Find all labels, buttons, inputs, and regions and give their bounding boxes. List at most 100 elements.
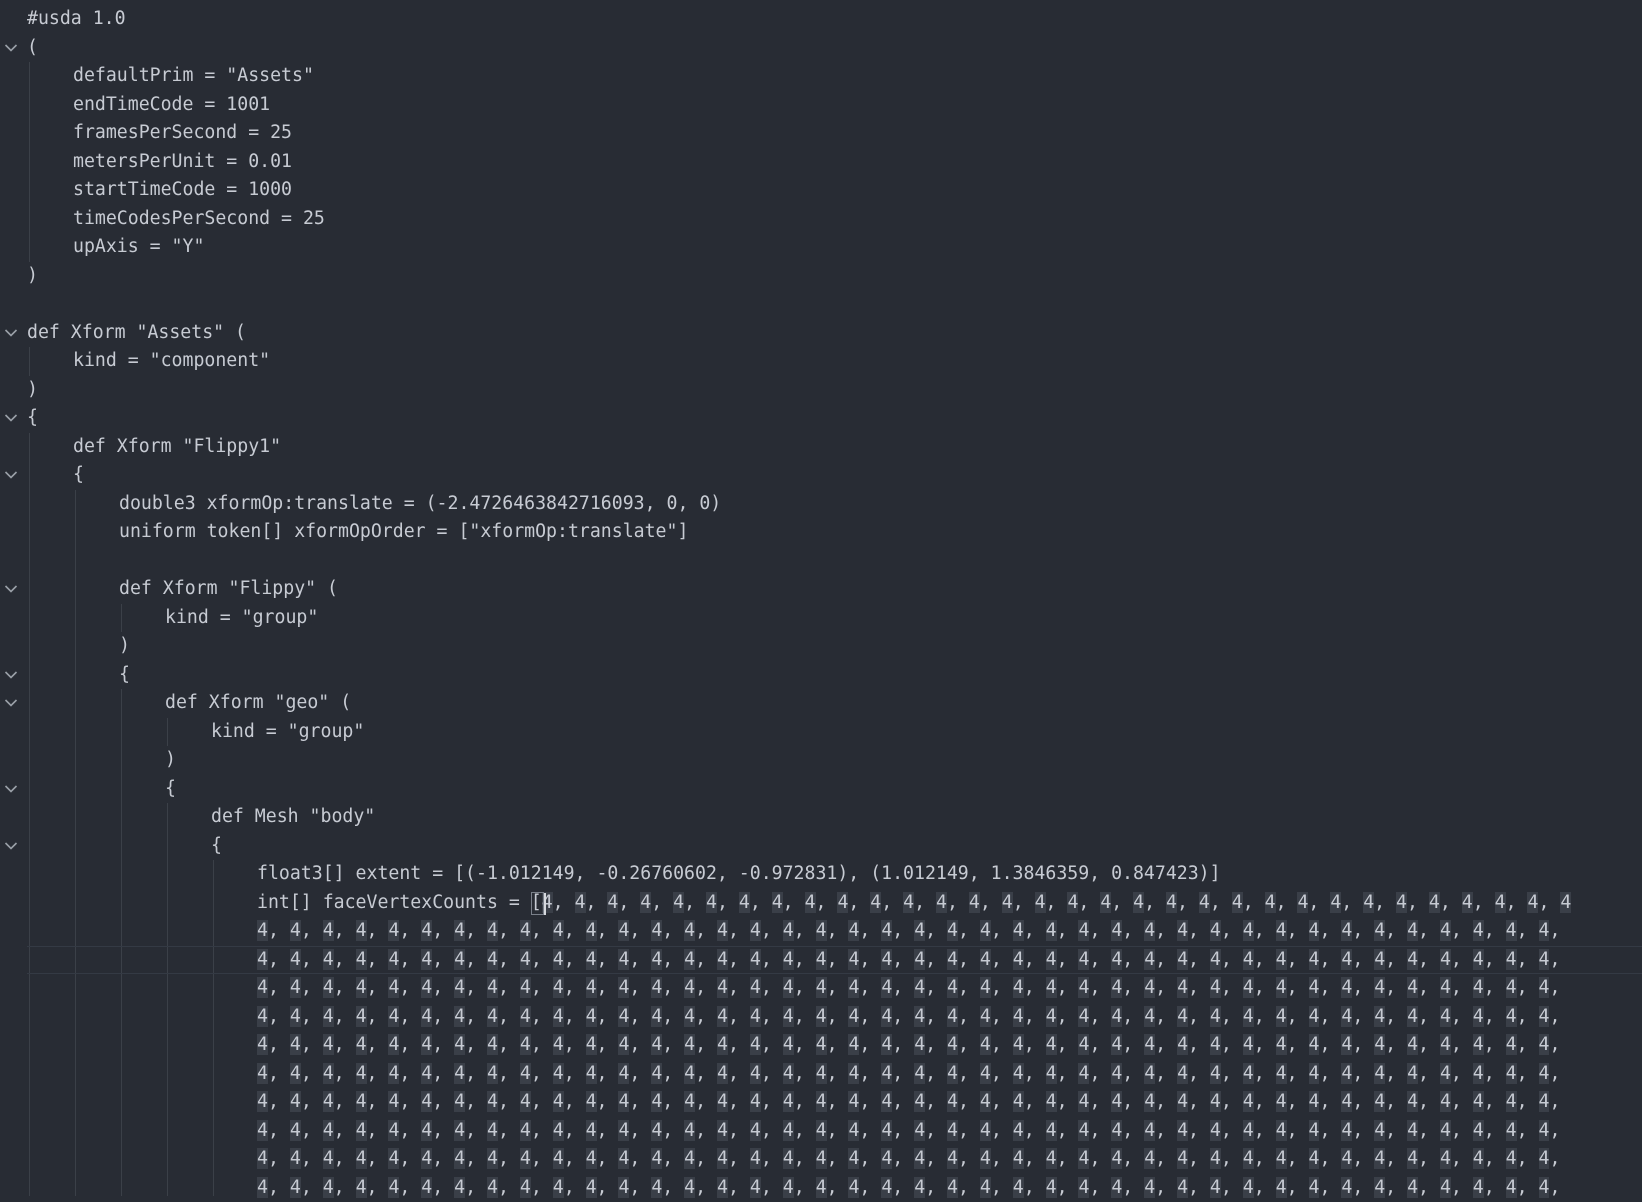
occurrence-highlight: 4 — [1078, 1006, 1089, 1027]
fold-chevron-down-icon[interactable] — [3, 319, 19, 348]
code-line[interactable]: 4, 4, 4, 4, 4, 4, 4, 4, 4, 4, 4, 4, 4, 4… — [0, 946, 1642, 975]
occurrence-highlight: 4 — [1539, 1148, 1550, 1169]
occurrence-highlight: 4 — [1276, 1177, 1287, 1198]
code-line[interactable]: upAxis = "Y" — [0, 233, 1642, 262]
code-line[interactable]: def Xform "Flippy1" — [0, 433, 1642, 462]
occurrence-highlight: 4 — [1111, 1177, 1122, 1198]
code-line[interactable] — [0, 547, 1642, 576]
code-line[interactable]: ) — [0, 262, 1642, 291]
occurrence-highlight: 4 — [1210, 1120, 1221, 1141]
occurrence-highlight: 4 — [684, 1034, 695, 1055]
code-line[interactable]: endTimeCode = 1001 — [0, 91, 1642, 120]
code-line[interactable] — [0, 290, 1642, 319]
occurrence-highlight: 4 — [1078, 1063, 1089, 1084]
occurrence-highlight: 4 — [1473, 1148, 1484, 1169]
occurrence-highlight: 4 — [1309, 1063, 1320, 1084]
code-line[interactable]: uniform token[] xformOpOrder = ["xformOp… — [0, 518, 1642, 547]
code-line[interactable]: 4, 4, 4, 4, 4, 4, 4, 4, 4, 4, 4, 4, 4, 4… — [0, 1031, 1642, 1060]
occurrence-highlight: 4 — [980, 1063, 991, 1084]
occurrence-highlight: 4 — [717, 1120, 728, 1141]
code-line[interactable]: ( — [0, 34, 1642, 63]
code-line[interactable]: 4, 4, 4, 4, 4, 4, 4, 4, 4, 4, 4, 4, 4, 4… — [0, 1174, 1642, 1202]
occurrence-highlight: 4 — [1078, 1148, 1089, 1169]
code-line[interactable]: 4, 4, 4, 4, 4, 4, 4, 4, 4, 4, 4, 4, 4, 4… — [0, 1145, 1642, 1174]
code-line[interactable]: 4, 4, 4, 4, 4, 4, 4, 4, 4, 4, 4, 4, 4, 4… — [0, 1060, 1642, 1089]
occurrence-highlight: 4 — [487, 1091, 498, 1112]
code-line[interactable]: ) — [0, 746, 1642, 775]
occurrence-highlight: 4 — [947, 1006, 958, 1027]
occurrence-highlight: 4 — [520, 1034, 531, 1055]
occurrence-highlight: 4 — [848, 1006, 859, 1027]
code-line[interactable]: { — [0, 832, 1642, 861]
occurrence-highlight: 4 — [421, 1034, 432, 1055]
code-line[interactable]: int[] faceVertexCounts = [4, 4, 4, 4, 4,… — [0, 889, 1642, 918]
fold-chevron-down-icon[interactable] — [3, 689, 19, 718]
code-line[interactable]: defaultPrim = "Assets" — [0, 62, 1642, 91]
code-line[interactable]: framesPerSecond = 25 — [0, 119, 1642, 148]
code-line[interactable]: { — [0, 775, 1642, 804]
occurrence-highlight: 4 — [980, 920, 991, 941]
code-line[interactable]: { — [0, 461, 1642, 490]
code-line[interactable]: 4, 4, 4, 4, 4, 4, 4, 4, 4, 4, 4, 4, 4, 4… — [0, 974, 1642, 1003]
occurrence-highlight: 4 — [1276, 1148, 1287, 1169]
occurrence-highlight: 4 — [421, 949, 432, 970]
occurrence-highlight: 4 — [356, 977, 367, 998]
fold-chevron-down-icon[interactable] — [3, 575, 19, 604]
occurrence-highlight: 4 — [1473, 1006, 1484, 1027]
fold-chevron-down-icon[interactable] — [3, 661, 19, 690]
code-editor[interactable]: ' ' ' ' ' ' '' ' ' ' ' ' ' ' ' #usda 1.0… — [0, 0, 1642, 1196]
fold-chevron-down-icon[interactable] — [3, 832, 19, 861]
code-text: upAxis = "Y" — [73, 233, 204, 262]
code-text: kind = "component" — [73, 347, 270, 376]
code-line[interactable]: def Mesh "body" — [0, 803, 1642, 832]
occurrence-highlight: 4 — [783, 1063, 794, 1084]
code-line[interactable]: float3[] extent = [(-1.012149, -0.267606… — [0, 860, 1642, 889]
code-line[interactable]: ) — [0, 376, 1642, 405]
occurrence-highlight: 4 — [1210, 1006, 1221, 1027]
fold-chevron-down-icon[interactable] — [3, 775, 19, 804]
code-line[interactable]: kind = "group" — [0, 604, 1642, 633]
occurrence-highlight: 4 — [717, 1177, 728, 1198]
occurrence-highlight: 4 — [651, 1063, 662, 1084]
occurrence-highlight: 4 — [1495, 892, 1506, 913]
code-line[interactable]: timeCodesPerSecond = 25 — [0, 205, 1642, 234]
occurrence-highlight: 4 — [717, 920, 728, 941]
occurrence-highlight: 4 — [421, 920, 432, 941]
code-line[interactable]: kind = "component" — [0, 347, 1642, 376]
occurrence-highlight: 4 — [1276, 1091, 1287, 1112]
occurrence-highlight: 4 — [914, 977, 925, 998]
fold-chevron-down-icon[interactable] — [3, 34, 19, 63]
code-line[interactable]: 4, 4, 4, 4, 4, 4, 4, 4, 4, 4, 4, 4, 4, 4… — [0, 917, 1642, 946]
code-line[interactable]: metersPerUnit = 0.01 — [0, 148, 1642, 177]
occurrence-highlight: 4 — [750, 1063, 761, 1084]
code-line[interactable]: double3 xformOp:translate = (-2.47264638… — [0, 490, 1642, 519]
occurrence-highlight: 4 — [618, 977, 629, 998]
code-line[interactable]: 4, 4, 4, 4, 4, 4, 4, 4, 4, 4, 4, 4, 4, 4… — [0, 1003, 1642, 1032]
occurrence-highlight: 4 — [750, 1148, 761, 1169]
code-line[interactable]: 4, 4, 4, 4, 4, 4, 4, 4, 4, 4, 4, 4, 4, 4… — [0, 1088, 1642, 1117]
code-line[interactable]: def Xform "Flippy" ( — [0, 575, 1642, 604]
code-line[interactable]: def Xform "geo" ( — [0, 689, 1642, 718]
code-line[interactable]: { — [0, 404, 1642, 433]
fold-chevron-down-icon[interactable] — [3, 461, 19, 490]
occurrence-highlight: 4 — [388, 1034, 399, 1055]
occurrence-highlight: 4 — [1177, 1148, 1188, 1169]
fold-chevron-down-icon[interactable] — [3, 404, 19, 433]
occurrence-highlight: 4 — [651, 1034, 662, 1055]
occurrence-highlight: 4 — [1046, 949, 1057, 970]
code-line[interactable]: def Xform "Assets" ( — [0, 319, 1642, 348]
occurrence-highlight: 4 — [1078, 920, 1089, 941]
code-line[interactable]: 4, 4, 4, 4, 4, 4, 4, 4, 4, 4, 4, 4, 4, 4… — [0, 1117, 1642, 1146]
occurrence-highlight: 4 — [1506, 1034, 1517, 1055]
code-line[interactable]: ) — [0, 632, 1642, 661]
occurrence-highlight: 4 — [1013, 1091, 1024, 1112]
occurrence-highlight: 4 — [1111, 1091, 1122, 1112]
occurrence-highlight: 4 — [586, 1063, 597, 1084]
code-line[interactable]: { — [0, 661, 1642, 690]
code-line[interactable]: #usda 1.0 — [0, 5, 1642, 34]
occurrence-highlight: 4 — [1440, 1034, 1451, 1055]
code-line[interactable]: kind = "group" — [0, 718, 1642, 747]
occurrence-highlight: 4 — [586, 920, 597, 941]
occurrence-highlight: 4 — [1506, 1063, 1517, 1084]
code-line[interactable]: startTimeCode = 1000 — [0, 176, 1642, 205]
